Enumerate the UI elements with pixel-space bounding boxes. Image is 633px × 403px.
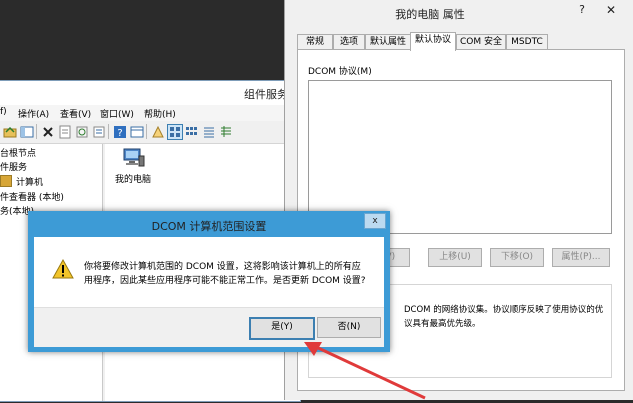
protocol-properties-button[interactable]: 属性(P)... <box>552 248 610 267</box>
tab-com-security[interactable]: COM 安全 <box>456 34 506 50</box>
tab-default-protocols[interactable]: 默认协议 <box>410 32 456 51</box>
tab-msdtc[interactable]: MSDTC <box>506 34 548 50</box>
list-view-icon[interactable] <box>201 124 217 140</box>
folder-up-icon[interactable] <box>2 124 18 140</box>
no-button[interactable]: 否(N) <box>317 317 381 338</box>
menu-help[interactable]: 帮助(H) <box>144 107 176 120</box>
console-view-icon[interactable] <box>129 124 145 140</box>
confirm-message-line1: 你将要修改计算机范围的 DCOM 设置，这将影响该计算机上的所有应 <box>84 262 361 272</box>
folder-icon <box>0 175 12 187</box>
cs-titlebar[interactable]: 组件服务 <box>0 81 300 105</box>
show-hide-tree-icon[interactable] <box>19 124 35 140</box>
confirm-dialog-body: 你将要修改计算机范围的 DCOM 设置，这将影响该计算机上的所有应 用程序，因此… <box>34 237 384 347</box>
new-object-icon[interactable] <box>150 124 166 140</box>
cs-toolbar: ? <box>0 121 300 144</box>
menu-window[interactable]: 窗口(W) <box>100 107 134 120</box>
red-arrow-annotation <box>300 338 430 403</box>
description-text-line2: 议具有最高优先级。 <box>404 319 481 329</box>
move-down-button[interactable]: 下移(O) <box>490 248 544 267</box>
tab-general[interactable]: 常规 <box>297 34 333 50</box>
warning-icon <box>52 258 74 282</box>
refresh-icon[interactable] <box>74 124 90 140</box>
dcom-confirm-dialog: DCOM 计算机范围设置 x 你将要修改计算机范围的 DCOM 设置，这将影响该… <box>28 211 390 352</box>
confirm-dialog-title: DCOM 计算机范围设置 <box>151 220 267 233</box>
menu-file[interactable]: f) <box>0 107 7 117</box>
small-icons-view-icon[interactable] <box>184 124 200 140</box>
detail-view-icon[interactable] <box>218 124 234 140</box>
export-icon[interactable] <box>91 124 107 140</box>
description-text-line1: DCOM 的网络协议集。协议顺序反映了使用协议的优 <box>404 305 604 315</box>
properties-window-title: 我的电脑 属性 <box>395 8 465 21</box>
help-icon[interactable]: ? <box>112 124 128 140</box>
close-button[interactable]: ✕ <box>597 3 625 17</box>
dcom-protocols-label: DCOM 协议(M) <box>308 67 372 77</box>
tab-default-properties[interactable]: 默认属性 <box>365 34 411 50</box>
my-computer-label[interactable]: 我的电脑 <box>115 172 151 185</box>
yes-button[interactable]: 是(Y) <box>249 317 315 340</box>
delete-icon[interactable] <box>40 124 56 140</box>
toolbar-separator <box>146 124 147 139</box>
move-up-button[interactable]: 上移(U) <box>428 248 482 267</box>
properties-icon[interactable] <box>57 124 73 140</box>
cs-window-title: 组件服务 <box>244 88 288 101</box>
menu-action[interactable]: 操作(A) <box>18 107 49 120</box>
menu-view[interactable]: 查看(V) <box>60 107 91 120</box>
tab-options[interactable]: 选项 <box>333 34 365 50</box>
help-button[interactable]: ? <box>573 3 591 17</box>
tree-item-console-root[interactable]: 台根节点 <box>0 146 36 159</box>
toolbar-separator <box>108 124 109 139</box>
toolbar-separator <box>36 124 37 139</box>
confirm-close-button[interactable]: x <box>364 213 386 229</box>
tree-item-event-viewer[interactable]: 件查看器 (本地) <box>0 190 64 203</box>
large-icons-view-icon[interactable] <box>167 124 183 140</box>
svg-text:?: ? <box>117 128 122 139</box>
tree-item-component-services[interactable]: 件服务 <box>0 160 27 173</box>
computer-icon[interactable] <box>123 148 145 171</box>
confirm-message-line2: 用程序，因此某些应用程序可能不能正常工作。是否更新 DCOM 设置? <box>84 276 366 286</box>
cs-menubar: f) 操作(A) 查看(V) 窗口(W) 帮助(H) <box>0 105 300 121</box>
tree-item-computers[interactable]: 计算机 <box>16 175 43 188</box>
